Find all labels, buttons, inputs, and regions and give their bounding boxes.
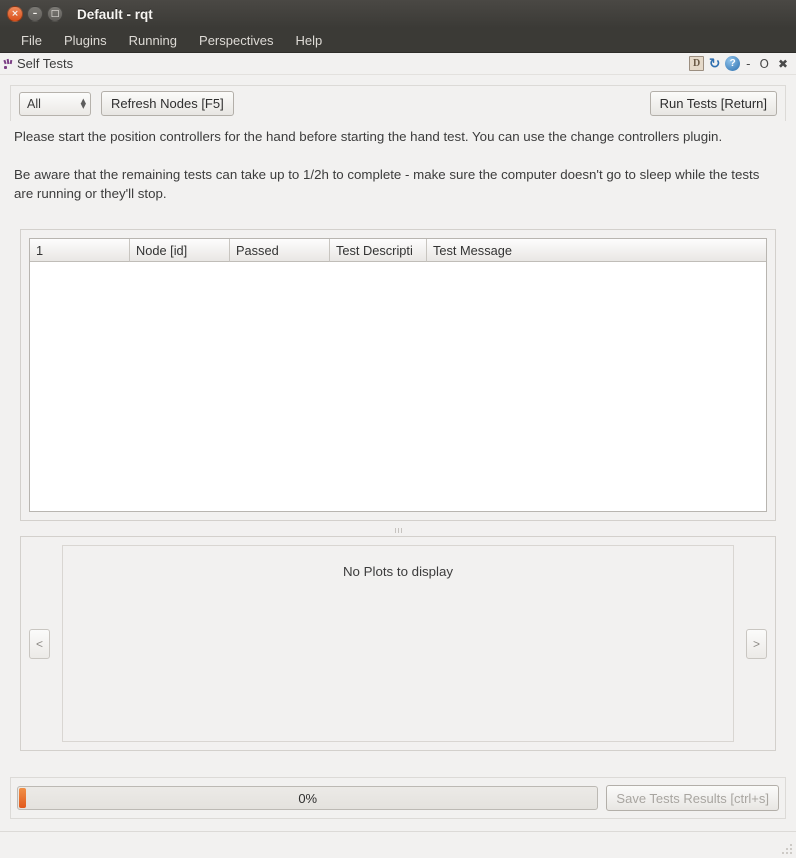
window-controls: × – □ <box>7 6 63 22</box>
minimize-icon: – <box>32 8 38 19</box>
dock-close-button[interactable]: ✖ <box>775 57 791 71</box>
instructions-paragraph-2: Be aware that the remaining tests can ta… <box>14 167 760 201</box>
run-tests-button[interactable]: Run Tests [Return] <box>649 91 777 116</box>
dock-maximize-button[interactable]: O <box>756 57 771 71</box>
menubar: File Plugins Running Perspectives Help <box>0 28 796 53</box>
splitter-grip-icon <box>394 527 402 533</box>
table-header-row: 1 Node [id] Passed Test Descripti Test M… <box>30 239 766 262</box>
dock-minimize-button[interactable]: - <box>743 57 753 71</box>
plots-previous-button[interactable]: < <box>29 628 50 659</box>
toolbar: All ▲ ▼ Refresh Nodes [F5] Run Tests [Ret… <box>10 85 786 121</box>
window-close-button[interactable]: × <box>7 6 23 22</box>
node-filter-select[interactable]: All ▲ ▼ <box>19 91 91 116</box>
statusbar <box>0 831 796 858</box>
table-column-passed[interactable]: Passed <box>230 239 330 262</box>
window-minimize-button[interactable]: – <box>27 6 43 22</box>
chevron-updown-icon: ▲ ▼ <box>80 96 86 110</box>
menu-plugins[interactable]: Plugins <box>53 31 118 50</box>
results-table-panel: 1 Node [id] Passed Test Descripti Test M… <box>20 229 776 521</box>
node-filter-value: All <box>27 96 41 111</box>
menu-file[interactable]: File <box>10 31 53 50</box>
plots-area: No Plots to display <box>62 545 734 742</box>
dock-titlebar: Self Tests D ↻ ? - O ✖ <box>0 53 796 75</box>
refresh-nodes-button[interactable]: Refresh Nodes [F5] <box>101 91 234 116</box>
splitter-handle[interactable] <box>20 524 776 536</box>
dock-title-label: Self Tests <box>17 56 74 71</box>
reload-icon[interactable]: ↻ <box>707 56 722 72</box>
progress-label: 0% <box>298 790 318 806</box>
results-table[interactable]: 1 Node [id] Passed Test Descripti Test M… <box>29 238 767 512</box>
instructions: Please start the position controllers fo… <box>10 121 786 206</box>
menu-perspectives[interactable]: Perspectives <box>188 31 284 50</box>
save-tests-results-button[interactable]: Save Tests Results [ctrl+s] <box>606 785 779 811</box>
window-title: Default - rqt <box>77 6 153 22</box>
window-maximize-button[interactable]: □ <box>47 6 63 22</box>
menu-help[interactable]: Help <box>284 31 333 50</box>
dock-action-icons: D ↻ ? - O ✖ <box>689 56 791 72</box>
plugin-icon <box>2 57 16 71</box>
table-column-test-message[interactable]: Test Message <box>427 239 766 262</box>
no-plots-message: No Plots to display <box>342 564 454 579</box>
dock-float-icon[interactable]: D <box>689 56 705 71</box>
table-column-test-description[interactable]: Test Descripti <box>330 239 427 262</box>
progress-chunk <box>19 788 26 808</box>
menu-running[interactable]: Running <box>118 31 188 50</box>
table-column-index[interactable]: 1 <box>30 239 130 262</box>
table-body[interactable] <box>30 262 766 511</box>
bottom-bar: 0% Save Tests Results [ctrl+s] <box>10 777 786 819</box>
instructions-paragraph-1: Please start the position controllers fo… <box>14 129 723 144</box>
window-titlebar: × – □ Default - rqt <box>0 0 796 28</box>
resize-grip-icon[interactable] <box>780 842 793 855</box>
close-icon: × <box>11 8 19 19</box>
plots-next-button[interactable]: > <box>746 628 767 659</box>
table-column-node-id[interactable]: Node [id] <box>130 239 230 262</box>
help-icon[interactable]: ? <box>725 56 741 71</box>
test-progress-bar: 0% <box>17 786 599 810</box>
plots-panel: < No Plots to display > <box>20 536 776 751</box>
maximize-icon: □ <box>50 8 60 19</box>
self-tests-panel: All ▲ ▼ Refresh Nodes [F5] Run Tests [Ret… <box>0 77 796 825</box>
